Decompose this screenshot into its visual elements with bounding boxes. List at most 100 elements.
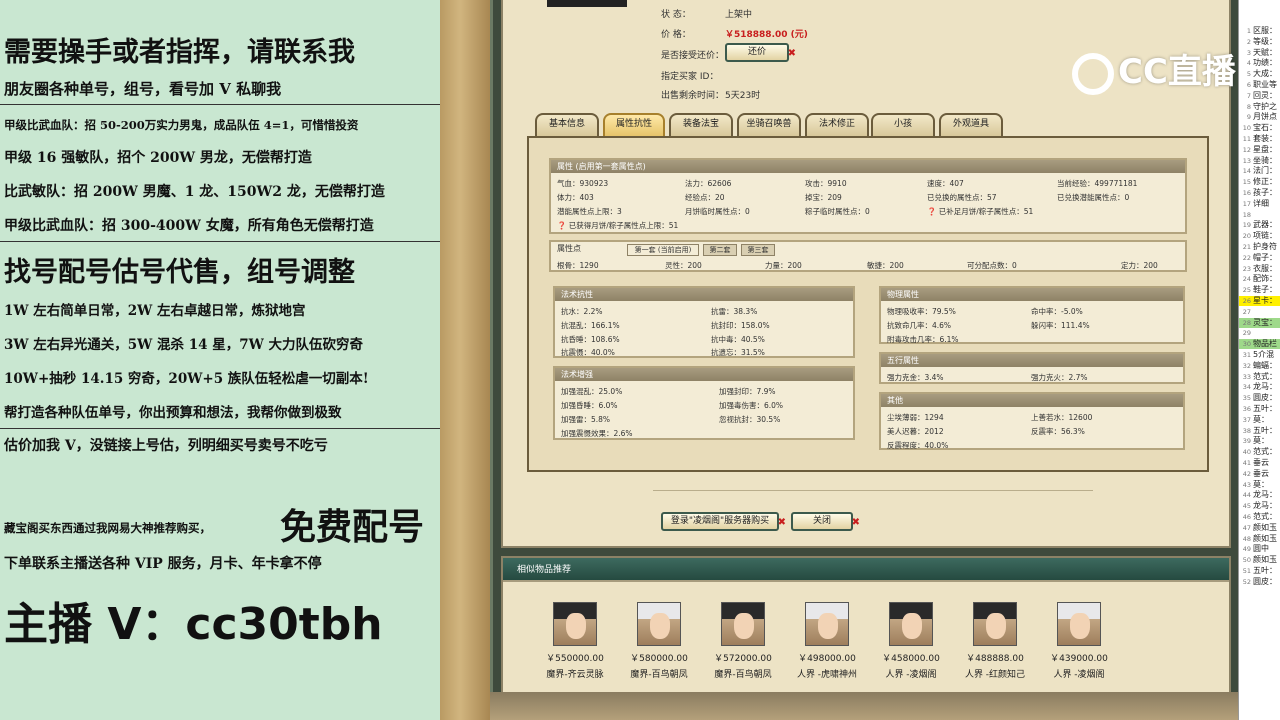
- res-cell: 抗混乱：166.1%: [561, 321, 620, 330]
- sheet-row[interactable]: 22 帽子：: [1239, 253, 1280, 263]
- row-number: 28: [1242, 318, 1251, 327]
- sheet-row[interactable]: 46 范式：: [1239, 512, 1280, 522]
- sheet-row[interactable]: 36 五叶：: [1239, 404, 1280, 414]
- subtab-set-2[interactable]: 第二套: [703, 244, 737, 256]
- buyer-id-label: 指定买家 ID：: [661, 72, 719, 82]
- tab-child[interactable]: 小孩: [871, 113, 935, 136]
- sheet-row[interactable]: 38 五叶：: [1239, 426, 1280, 436]
- sheet-row[interactable]: 9 月饼点: [1239, 112, 1280, 122]
- sheet-row[interactable]: 42 垂云: [1239, 469, 1280, 479]
- sheet-row[interactable]: 3 天赋：: [1239, 48, 1280, 58]
- sheet-row[interactable]: 45 龙马：: [1239, 501, 1280, 511]
- sheet-row[interactable]: 52 圆皮：: [1239, 577, 1280, 587]
- character-avatar[interactable]: [721, 602, 765, 646]
- character-avatar[interactable]: [889, 602, 933, 646]
- sheet-row[interactable]: 26 星卡：: [1239, 296, 1280, 306]
- tab-equipment[interactable]: 装备法宝: [669, 113, 733, 136]
- sheet-row[interactable]: 19 武器：: [1239, 220, 1280, 230]
- similar-item[interactable]: ￥498000.00 人界 -虎啸神州: [785, 602, 869, 680]
- tab-attributes[interactable]: 属性抗性: [603, 113, 665, 136]
- row-text: 圆皮：: [1253, 576, 1277, 586]
- sheet-row[interactable]: 44 龙马：: [1239, 490, 1280, 500]
- cc-live-watermark: CC直播: [1072, 44, 1236, 95]
- row-text: 五叶：: [1253, 404, 1277, 413]
- section-header: 五行属性: [881, 354, 1183, 367]
- sheet-row[interactable]: 31 5介混: [1239, 350, 1280, 360]
- sheet-row[interactable]: 18: [1239, 210, 1280, 220]
- sheet-row[interactable]: 50 颜如玉: [1239, 555, 1280, 565]
- sheet-row[interactable]: 17 详细: [1239, 199, 1280, 209]
- sheet-row[interactable]: 1 区服：: [1239, 26, 1280, 36]
- row-text: 5介混: [1253, 350, 1275, 359]
- character-avatar[interactable]: [1057, 602, 1101, 646]
- sheet-row[interactable]: 8 守护之: [1239, 102, 1280, 112]
- similar-item[interactable]: ￥458000.00 人界 -凌烟阁: [869, 602, 953, 680]
- sheet-row[interactable]: 10 宝石：: [1239, 123, 1280, 133]
- character-avatar[interactable]: [973, 602, 1017, 646]
- tab-appearance[interactable]: 外观道具: [939, 113, 1003, 136]
- sheet-row[interactable]: 12 星盘：: [1239, 145, 1280, 155]
- sheet-row[interactable]: 34 龙马：: [1239, 382, 1280, 392]
- sheet-row[interactable]: 13 坐骑：: [1239, 156, 1280, 166]
- sheet-row[interactable]: 14 法门：: [1239, 166, 1280, 176]
- login-server-buy-button[interactable]: 登录"凌烟阁"服务器购买 ✖: [661, 512, 786, 531]
- row-number: 23: [1242, 264, 1251, 273]
- tab-basic-info[interactable]: 基本信息: [535, 113, 599, 136]
- sheet-row[interactable]: 5 大成：: [1239, 69, 1280, 79]
- similar-item[interactable]: ￥572000.00 魔界-百鸟朝凤: [701, 602, 785, 680]
- sheet-row[interactable]: 37 莫：: [1239, 415, 1280, 425]
- close-x-icon: ✖: [851, 517, 860, 528]
- sheet-row[interactable]: 33 范式：: [1239, 372, 1280, 382]
- row-text: 龙马：: [1253, 382, 1277, 392]
- sheet-row[interactable]: 41 垂云: [1239, 458, 1280, 468]
- sheet-row[interactable]: 47 颜如玉: [1239, 523, 1280, 533]
- sheet-row[interactable]: 11 套装：: [1239, 134, 1280, 144]
- sheet-row[interactable]: 15 修正：: [1239, 177, 1280, 187]
- tab-mounts-pets[interactable]: 坐骑召唤兽: [737, 113, 801, 136]
- sheet-row[interactable]: 28 灵宝：: [1239, 317, 1280, 328]
- sheet-row[interactable]: 24 配饰：: [1239, 274, 1280, 284]
- close-button[interactable]: 关闭 ✖: [791, 512, 860, 531]
- tab-spell-correction[interactable]: 法术修正: [805, 113, 869, 136]
- character-avatar[interactable]: [637, 602, 681, 646]
- subtab-set-1[interactable]: 第一套 (当前启用): [627, 244, 699, 256]
- sheet-row[interactable]: 21 护身符: [1239, 242, 1280, 252]
- sheet-row[interactable]: 23 衣服：: [1239, 264, 1280, 274]
- sheet-row[interactable]: 30 物品栏: [1239, 339, 1280, 350]
- row-text: 项链：: [1253, 231, 1277, 241]
- similar-item[interactable]: ￥488888.00 人界 -红颜知己: [953, 602, 1037, 680]
- sheet-row[interactable]: 4 功绩：: [1239, 58, 1280, 68]
- sheet-row[interactable]: 49 圆中: [1239, 544, 1280, 554]
- similar-item[interactable]: ￥439000.00 人界 -凌烟阁: [1037, 602, 1121, 680]
- attribute-section: 属性 (启用第一套属性点) 气血：930923 法力：62606 攻击：9910…: [549, 158, 1187, 234]
- row-number: 15: [1242, 178, 1251, 187]
- similar-item[interactable]: ￥580000.00 魔界-百鸟朝凤: [617, 602, 701, 680]
- row-text: 垂云: [1253, 458, 1269, 467]
- price-label: 价 格：: [661, 30, 691, 40]
- sheet-row[interactable]: 2 等级：: [1239, 37, 1280, 47]
- row-number: 5: [1246, 70, 1251, 79]
- promo-panel: 需要操手或者指挥，请联系我 朋友圈各种单号，组号，看号加 V 私聊我 甲级比武血…: [0, 0, 440, 720]
- sheet-row[interactable]: 20 项链：: [1239, 231, 1280, 241]
- login-button-label: 登录"凌烟阁"服务器购买: [670, 516, 770, 526]
- sheet-row[interactable]: 6 职业等: [1239, 80, 1280, 90]
- sheet-row[interactable]: 35 圆皮：: [1239, 393, 1280, 403]
- sheet-row[interactable]: 27: [1239, 307, 1280, 317]
- sheet-row[interactable]: 43 莫：: [1239, 480, 1280, 490]
- sheet-row[interactable]: 40 范式：: [1239, 447, 1280, 457]
- phys-cell: 物理吸收率：79.5%: [887, 307, 956, 316]
- bargain-button[interactable]: 还价 ✖: [725, 43, 796, 62]
- sheet-row[interactable]: 51 五叶：: [1239, 566, 1280, 576]
- sheet-row[interactable]: 25 鞋子：: [1239, 285, 1280, 295]
- character-avatar[interactable]: [553, 602, 597, 646]
- similar-item[interactable]: ￥550000.00 魔界-齐云灵脉: [533, 602, 617, 680]
- sheet-row[interactable]: 39 莫：: [1239, 436, 1280, 446]
- sheet-row[interactable]: 16 孩子：: [1239, 188, 1280, 198]
- character-avatar[interactable]: [805, 602, 849, 646]
- sheet-row[interactable]: 29: [1239, 328, 1280, 338]
- row-number: 32: [1242, 361, 1251, 370]
- sheet-row[interactable]: 32 蝙蝠：: [1239, 361, 1280, 371]
- sheet-row[interactable]: 48 颜如玉: [1239, 534, 1280, 544]
- sheet-row[interactable]: 7 回灵：: [1239, 91, 1280, 101]
- subtab-set-3[interactable]: 第三套: [741, 244, 775, 256]
